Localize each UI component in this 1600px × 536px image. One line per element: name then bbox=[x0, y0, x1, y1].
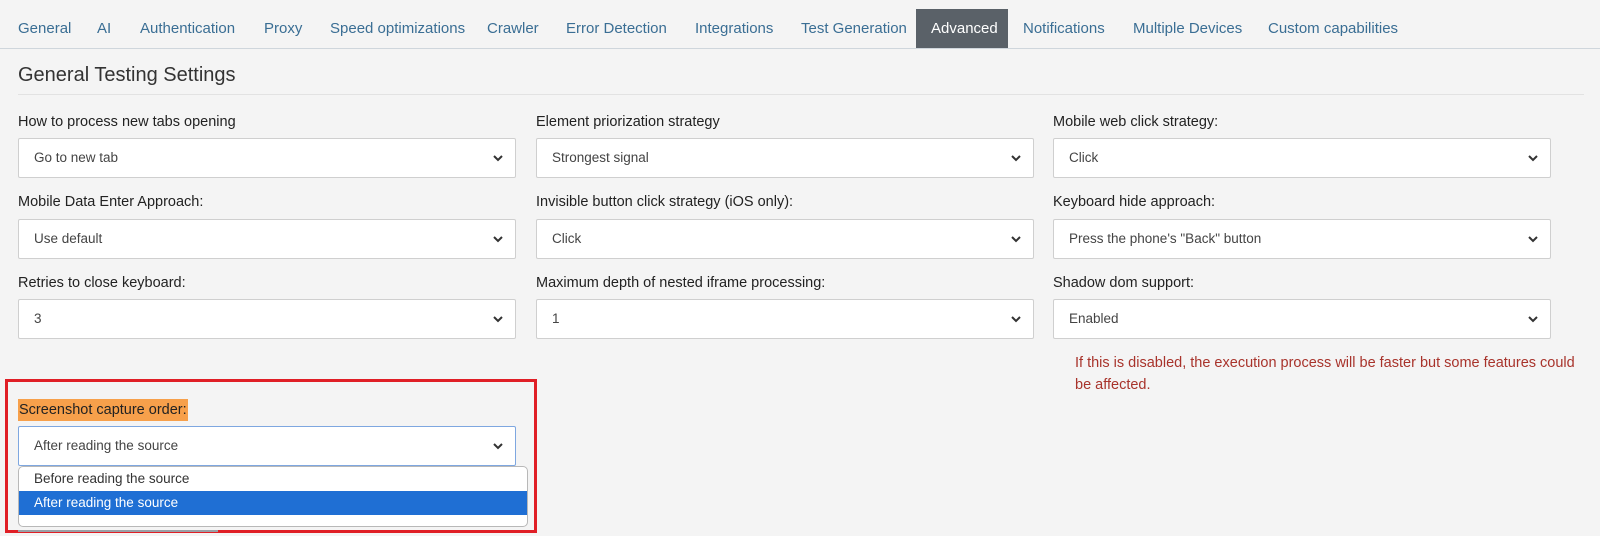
keyboard-hide-select[interactable]: Press the phone's "Back" button bbox=[1053, 219, 1551, 259]
option-before-reading-source[interactable]: Before reading the source bbox=[19, 467, 527, 491]
section-title: General Testing Settings bbox=[18, 64, 236, 86]
chevron-down-icon bbox=[1528, 236, 1538, 243]
tab-test-generation[interactable]: Test Generation bbox=[801, 9, 907, 48]
retries-close-keyboard-value: 3 bbox=[34, 311, 42, 326]
new-tabs-value: Go to new tab bbox=[34, 150, 119, 165]
section-divider bbox=[18, 94, 1584, 95]
keyboard-hide-label: Keyboard hide approach: bbox=[1053, 194, 1216, 210]
element-priorization-value: Strongest signal bbox=[552, 150, 649, 165]
mobile-web-click-select[interactable]: Click bbox=[1053, 138, 1551, 178]
new-tabs-label: How to process new tabs opening bbox=[18, 114, 236, 130]
invisible-button-click-value: Click bbox=[552, 231, 582, 246]
option-after-reading-source[interactable]: After reading the source bbox=[19, 491, 527, 515]
keyboard-hide-value: Press the phone's "Back" button bbox=[1069, 231, 1262, 246]
element-priorization-label: Element priorization strategy bbox=[536, 114, 720, 130]
shadow-dom-select[interactable]: Enabled bbox=[1053, 299, 1551, 339]
settings-tab-bar: General AI Authentication Proxy Speed op… bbox=[0, 0, 1600, 49]
invisible-button-click-select[interactable]: Click bbox=[536, 219, 1034, 259]
new-tabs-select[interactable]: Go to new tab bbox=[18, 138, 516, 178]
element-priorization-select[interactable]: Strongest signal bbox=[536, 138, 1034, 178]
tab-general[interactable]: General bbox=[18, 9, 71, 48]
mobile-web-click-label: Mobile web click strategy: bbox=[1053, 114, 1219, 130]
obscured-field-edge bbox=[18, 527, 528, 533]
chevron-down-icon bbox=[493, 236, 503, 243]
tab-multiple-devices[interactable]: Multiple Devices bbox=[1133, 9, 1242, 48]
invisible-button-click-label: Invisible button click strategy (iOS onl… bbox=[536, 194, 794, 210]
chevron-down-icon bbox=[493, 316, 503, 323]
iframe-depth-select[interactable]: 1 bbox=[536, 299, 1034, 339]
retries-close-keyboard-select[interactable]: 3 bbox=[18, 299, 516, 339]
tab-speed-optimizations[interactable]: Speed optimizations bbox=[330, 9, 465, 48]
tab-notifications[interactable]: Notifications bbox=[1023, 9, 1105, 48]
tab-crawler[interactable]: Crawler bbox=[487, 9, 539, 48]
shadow-dom-label: Shadow dom support: bbox=[1053, 275, 1195, 291]
screenshot-order-value: After reading the source bbox=[34, 438, 179, 453]
chevron-down-icon bbox=[1011, 316, 1021, 323]
screenshot-order-options: Before reading the source After reading … bbox=[18, 466, 528, 527]
retries-close-keyboard-label: Retries to close keyboard: bbox=[18, 275, 186, 291]
shadow-dom-value: Enabled bbox=[1069, 311, 1119, 326]
iframe-depth-value: 1 bbox=[552, 311, 560, 326]
mobile-data-enter-value: Use default bbox=[34, 231, 103, 246]
chevron-down-icon bbox=[1528, 316, 1538, 323]
iframe-depth-label: Maximum depth of nested iframe processin… bbox=[536, 275, 826, 291]
tab-integrations[interactable]: Integrations bbox=[695, 9, 773, 48]
mobile-web-click-value: Click bbox=[1069, 150, 1099, 165]
tab-advanced[interactable]: Advanced bbox=[916, 9, 1008, 48]
tab-authentication[interactable]: Authentication bbox=[140, 9, 235, 48]
chevron-down-icon bbox=[1011, 155, 1021, 162]
mobile-data-enter-label: Mobile Data Enter Approach: bbox=[18, 194, 204, 210]
screenshot-order-select[interactable]: After reading the source bbox=[18, 426, 516, 466]
shadow-dom-warning: If this is disabled, the execution proce… bbox=[1075, 355, 1575, 393]
tab-proxy[interactable]: Proxy bbox=[264, 9, 302, 48]
chevron-down-icon bbox=[1528, 155, 1538, 162]
chevron-down-icon bbox=[493, 443, 503, 450]
tab-ai[interactable]: AI bbox=[97, 9, 111, 48]
mobile-data-enter-select[interactable]: Use default bbox=[18, 219, 516, 259]
tab-custom-capabilities[interactable]: Custom capabilities bbox=[1268, 9, 1398, 48]
tab-error-detection[interactable]: Error Detection bbox=[566, 9, 667, 48]
chevron-down-icon bbox=[1011, 236, 1021, 243]
chevron-down-icon bbox=[493, 155, 503, 162]
screenshot-order-label: Screenshot capture order: bbox=[18, 399, 188, 421]
